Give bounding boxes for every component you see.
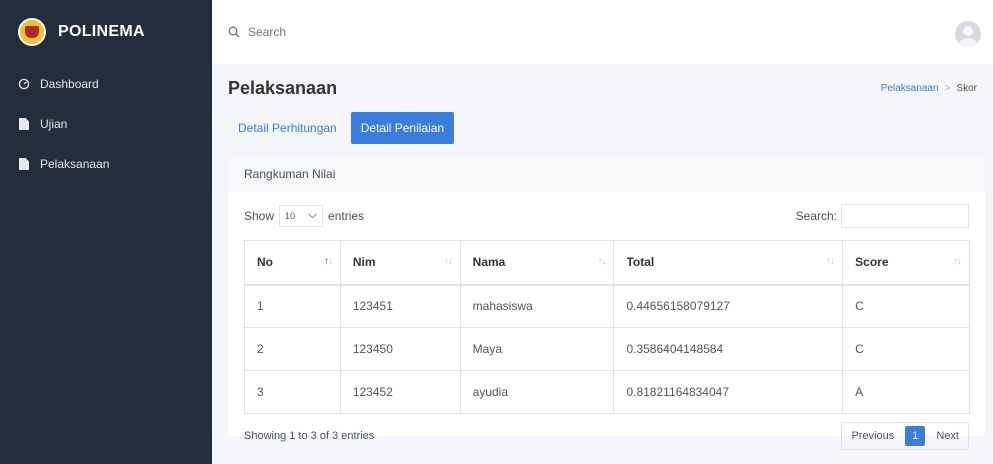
cell-total: 0.3586404148584 [613, 327, 844, 371]
user-avatar[interactable] [955, 21, 981, 47]
next-button[interactable]: Next [927, 423, 968, 449]
entries-select-value: 10 [285, 211, 296, 221]
cell-nim: 123452 [339, 370, 461, 414]
column-header-nim[interactable]: Nim ↑↓ [339, 240, 461, 286]
table-controls: Show 10 entries Search: [244, 204, 969, 228]
topbar [212, 0, 993, 64]
page-title: Pelaksanaan [228, 77, 338, 98]
table-info: Showing 1 to 3 of 3 entries [244, 430, 375, 442]
search-icon [228, 26, 240, 38]
breadcrumb-current: Skor [956, 82, 977, 94]
cell-nama: Maya [459, 327, 615, 371]
main-content: Pelaksanaan Pelaksanaan > Skor Detail Pe… [212, 64, 993, 464]
cell-nim: 123451 [339, 284, 461, 328]
table-row: 3 123452 ayudia 0.81821164834047 A [244, 370, 970, 414]
tab-detail-perhitungan[interactable]: Detail Perhitungan [228, 112, 347, 144]
search-label: Search: [795, 209, 837, 223]
sort-icon: ↑↓ [323, 256, 333, 267]
file-icon [18, 157, 30, 171]
polinema-logo-icon [18, 18, 46, 46]
sidebar-item-label: Dashboard [40, 77, 99, 91]
table-footer: Showing 1 to 3 of 3 entries Previous 1 N… [244, 422, 969, 450]
cell-score: C [842, 284, 970, 328]
sidebar-item-ujian[interactable]: Ujian [0, 104, 212, 144]
summary-card: Rangkuman Nilai Show 10 entries Search: [228, 156, 985, 450]
cell-no: 1 [244, 284, 341, 328]
entries-label: entries [328, 209, 365, 223]
page-1-button[interactable]: 1 [905, 426, 926, 446]
card-body: Show 10 entries Search: No ↑↓ Nim ↑↓ Nam… [228, 192, 985, 450]
file-icon [18, 117, 30, 131]
cell-score: A [842, 370, 970, 414]
sidebar-item-label: Pelaksanaan [40, 157, 110, 171]
column-header-no[interactable]: No ↑↓ [244, 240, 341, 286]
sidebar: POLINEMA Dashboard Ujian Pelaksanaan [0, 0, 212, 464]
table-header-row: No ↑↓ Nim ↑↓ Nama ↑↓ Total ↑↓ Score ↑↓ [244, 240, 970, 286]
cell-no: 3 [244, 370, 341, 414]
sort-icon: ↑↓ [597, 256, 606, 267]
sidebar-item-pelaksanaan[interactable]: Pelaksanaan [0, 144, 212, 184]
search-input[interactable] [248, 25, 448, 39]
breadcrumb-separator: > [944, 82, 951, 94]
brand[interactable]: POLINEMA [0, 0, 212, 64]
cell-no: 2 [244, 327, 341, 371]
sidebar-item-label: Ujian [40, 117, 68, 131]
page-header: Pelaksanaan Pelaksanaan > Skor [228, 64, 977, 112]
breadcrumb: Pelaksanaan > Skor [881, 83, 977, 94]
tabs: Detail Perhitungan Detail Penilaian [228, 112, 977, 144]
cell-nim: 123450 [339, 327, 461, 371]
sidebar-item-dashboard[interactable]: Dashboard [0, 64, 212, 104]
entries-length: Show 10 entries [244, 205, 364, 227]
card-title: Rangkuman Nilai [228, 156, 985, 192]
sort-icon: ↑↓ [826, 256, 835, 267]
previous-button[interactable]: Previous [842, 423, 903, 449]
chevron-down-icon [308, 211, 317, 221]
sort-icon: ↑↓ [953, 256, 962, 267]
sort-icon: ↑↓ [443, 256, 453, 267]
dashboard-icon [18, 77, 30, 91]
table-search: Search: [796, 204, 969, 228]
breadcrumb-link-pelaksanaan[interactable]: Pelaksanaan [881, 83, 939, 94]
cell-total: 0.81821164834047 [613, 370, 844, 414]
table-row: 1 123451 mahasiswa 0.44656158079127 C [244, 284, 970, 328]
pagination: Previous 1 Next [841, 422, 969, 450]
column-header-total[interactable]: Total ↑↓ [613, 240, 844, 286]
cell-score: C [842, 327, 970, 371]
table-row: 2 123450 Maya 0.3586404148584 C [244, 327, 970, 371]
cell-total: 0.44656158079127 [613, 284, 844, 328]
entries-select[interactable]: 10 [279, 205, 324, 227]
score-table: No ↑↓ Nim ↑↓ Nama ↑↓ Total ↑↓ Score ↑↓ 1 1234… [244, 240, 970, 414]
brand-name: POLINEMA [58, 23, 145, 40]
cell-nama: ayudia [459, 370, 615, 414]
column-header-score[interactable]: Score ↑↓ [842, 240, 970, 286]
table-search-input[interactable] [841, 204, 969, 228]
sidebar-nav: Dashboard Ujian Pelaksanaan [0, 64, 212, 184]
show-label: Show [244, 209, 275, 223]
tab-detail-penilaian[interactable]: Detail Penilaian [350, 112, 455, 144]
cell-nama: mahasiswa [459, 284, 615, 328]
column-header-nama[interactable]: Nama ↑↓ [459, 240, 615, 286]
